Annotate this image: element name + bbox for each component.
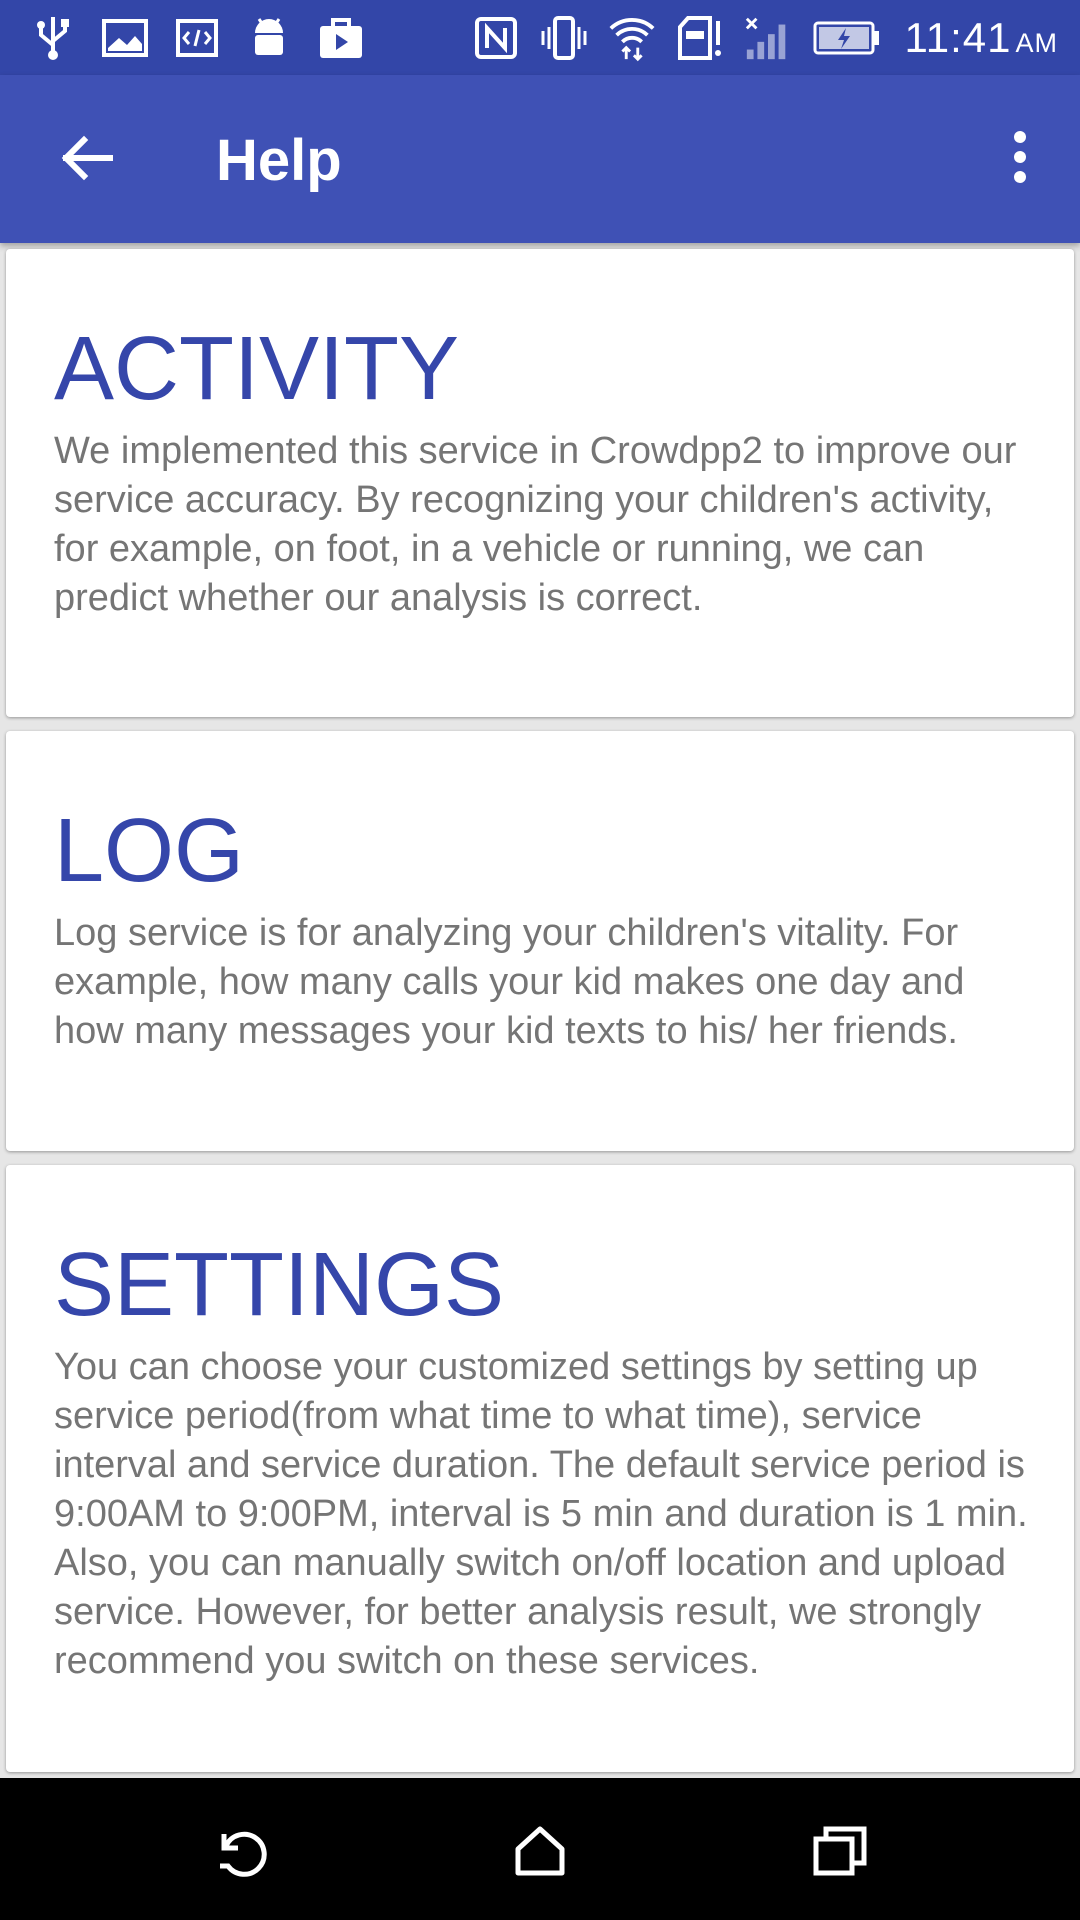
gallery-icon	[100, 13, 150, 63]
nav-recents-icon[interactable]	[805, 1816, 875, 1886]
signal-icon	[743, 13, 793, 63]
card-body-activity: We implemented this service in Crowdpp2 …	[54, 430, 1017, 619]
clock: 11:41 AM	[904, 14, 1058, 61]
nfc-icon	[471, 13, 521, 63]
notification-icons	[28, 10, 388, 66]
vibrate-icon	[539, 13, 589, 63]
card-body-log: Log service is for analyzing your childr…	[54, 912, 965, 1052]
nav-back-icon[interactable]	[205, 1816, 275, 1886]
status-bar: 11:41 AM	[0, 0, 1080, 75]
card-title-settings: SETTINGS	[54, 1235, 505, 1335]
log-card: LOG Log service is for analyzing your ch…	[6, 731, 1074, 1151]
app-bar: Help	[0, 75, 1080, 243]
code-icon	[172, 13, 222, 63]
card-title-log: LOG	[54, 801, 245, 901]
play-store-icon	[316, 13, 366, 63]
system-icons: 11:41 AM	[453, 10, 1059, 66]
arrow-back-icon[interactable]	[54, 125, 120, 191]
android-icon	[244, 13, 294, 63]
activity-card: ACTIVITY We implemented this service in …	[6, 249, 1074, 717]
help-content[interactable]: ACTIVITY We implemented this service in …	[0, 243, 1080, 1778]
battery-charging-icon	[811, 13, 881, 63]
settings-card: SETTINGS You can choose your customized …	[6, 1165, 1074, 1772]
sd-card-alert-icon	[675, 13, 725, 63]
usb-icon	[28, 13, 78, 63]
more-vert-icon[interactable]	[1000, 121, 1040, 193]
page-title: Help	[216, 128, 342, 193]
nav-home-icon[interactable]	[505, 1816, 575, 1886]
card-title-activity: ACTIVITY	[54, 319, 460, 419]
card-body-settings: You can choose your customized settings …	[54, 1346, 1028, 1682]
navigation-bar	[0, 1778, 1080, 1920]
wifi-icon	[607, 13, 657, 63]
